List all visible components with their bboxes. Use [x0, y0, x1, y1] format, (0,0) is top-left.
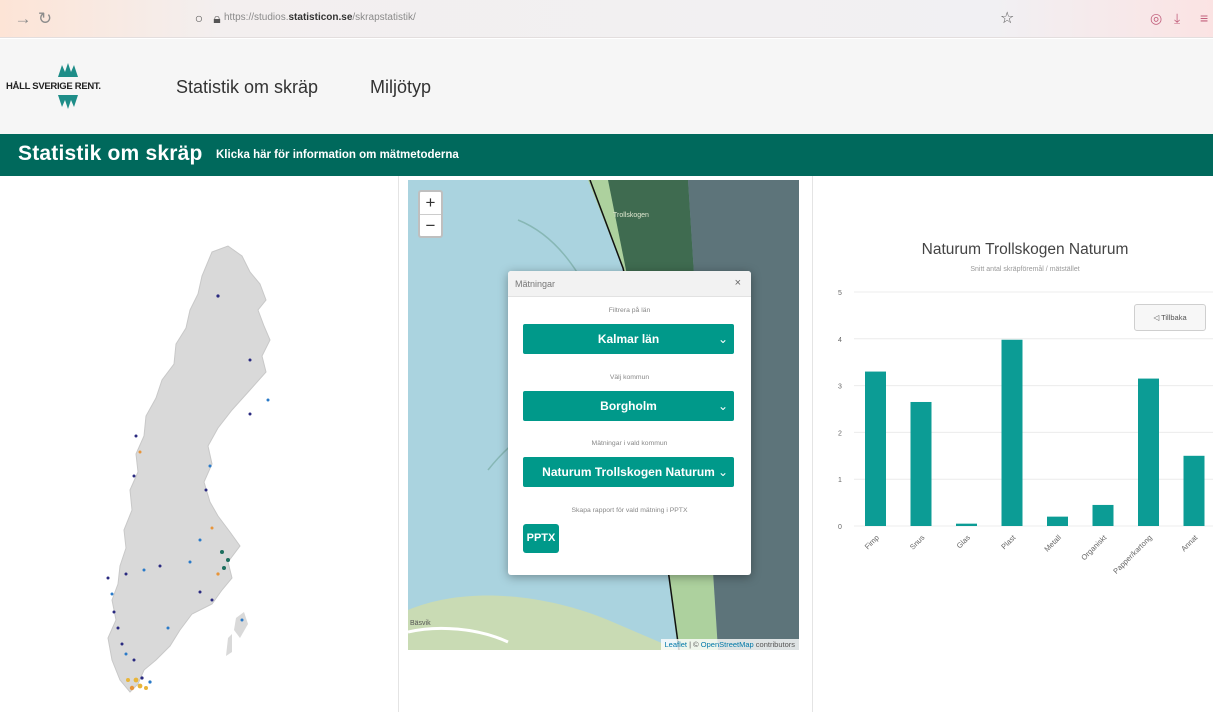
download-icon[interactable]: ⤓: [1174, 10, 1180, 26]
chevron-down-icon: ⌄: [717, 332, 728, 346]
browser-toolbar: → ↻ ○ 🔒︎ https://studios.statisticon.se/…: [0, 0, 1213, 38]
zoom-out-button[interactable]: −: [420, 214, 441, 236]
bar-organiskt[interactable]: [1092, 504, 1114, 526]
kommun-select[interactable]: Borgholm ⌄: [523, 391, 734, 421]
bar-annat[interactable]: [1183, 455, 1205, 526]
map-corner-label: Bäsvik: [410, 620, 431, 627]
bar-plast[interactable]: [1001, 339, 1023, 526]
nav-statistik[interactable]: Statistik om skräp: [176, 77, 318, 98]
x-tick-label: Fimp: [863, 533, 881, 551]
lan-label: Filtrera på län: [608, 307, 651, 314]
close-icon[interactable]: ×: [735, 277, 741, 289]
x-tick-label: Glas: [955, 533, 972, 550]
y-tick-label: 4: [838, 337, 842, 344]
chevron-down-icon: ⌄: [717, 399, 728, 413]
kommun-label: Välj kommun: [609, 374, 650, 381]
menu-icon[interactable]: ≡: [1200, 10, 1208, 26]
shield-icon: ○: [194, 10, 204, 26]
address-bar[interactable]: ○ 🔒︎ https://studios.statisticon.se/skra…: [180, 5, 1030, 33]
page-banner: Statistik om skräp Klicka här för inform…: [0, 134, 1213, 176]
forward-icon[interactable]: →: [12, 8, 34, 30]
reload-icon[interactable]: ↻: [34, 8, 56, 30]
chevron-down-icon: ⌄: [717, 465, 728, 479]
x-tick-label: Annat: [1179, 532, 1200, 553]
bar-snus[interactable]: [910, 401, 932, 526]
matning-select[interactable]: Naturum Trollskogen Naturum ⌄: [523, 457, 734, 487]
pptx-button[interactable]: PPTX: [523, 524, 559, 553]
nav-miljotyp[interactable]: Miljötyp: [370, 77, 431, 98]
zoom-control: + −: [418, 190, 443, 238]
page-title: Statistik om skräp: [18, 142, 203, 165]
matning-label: Mätningar i vald kommun: [591, 440, 668, 447]
bar-metall[interactable]: [1047, 516, 1068, 526]
logo-text: HÅLL SVERIGE RENT.: [6, 81, 101, 92]
bookmark-star-icon[interactable]: ☆: [1000, 8, 1014, 28]
map-place-label: Trollskogen: [613, 212, 649, 219]
x-tick-label: Snus: [908, 533, 927, 552]
dialog-title: Mätningar: [515, 279, 556, 289]
lan-select[interactable]: Kalmar län ⌄: [523, 324, 734, 354]
y-tick-label: 0: [838, 524, 842, 531]
leaflet-link[interactable]: Leaflet: [665, 640, 688, 649]
url-text: https://studios.statisticon.se/skrapstat…: [224, 12, 416, 23]
x-tick-label: Plast: [999, 532, 1018, 551]
measurement-dialog: Mätningar × Filtrera på län Kalmar län ⌄ …: [508, 271, 751, 575]
dialog-header: Mätningar ×: [508, 271, 751, 297]
bar-fimp[interactable]: [865, 371, 886, 526]
zoom-in-button[interactable]: +: [420, 192, 441, 214]
y-tick-label: 2: [838, 430, 842, 437]
x-tick-label: Papper/kartong: [1111, 533, 1154, 576]
map-attribution: Leaflet | © OpenStreetMap contributors: [660, 639, 799, 650]
report-label: Skapa rapport för vald mätning i PPTX: [571, 507, 688, 514]
site-header: HÅLL SVERIGE RENT. Statistik om skräp Mi…: [0, 39, 1213, 134]
sweden-map[interactable]: [100, 240, 280, 700]
hall-sverige-rent-logo[interactable]: HÅLL SVERIGE RENT.: [6, 53, 136, 121]
panel-divider: [812, 176, 813, 712]
bar-papper-kartong[interactable]: [1138, 378, 1159, 526]
osm-link[interactable]: OpenStreetMap: [701, 640, 754, 649]
x-tick-label: Organiskt: [1079, 532, 1109, 562]
chart-subtitle: Snitt antal skräpföremål / mätstället: [970, 266, 1080, 273]
methods-info-link[interactable]: Klicka här för information om mätmetoder…: [216, 149, 459, 161]
x-tick-label: Metall: [1042, 533, 1063, 554]
y-tick-label: 3: [838, 384, 842, 391]
chart-title: Naturum Trollskogen Naturum: [921, 241, 1129, 258]
pocket-icon[interactable]: ◎: [1150, 10, 1162, 26]
bar-chart: 0 1 2 3 4 5 Fimp Snus Glas Plast Metall Organiskt Pa…: [838, 290, 1213, 576]
y-tick-label: 1: [838, 477, 842, 484]
bar-glas[interactable]: [956, 523, 977, 526]
panel-divider: [398, 176, 399, 712]
y-tick-label: 5: [838, 290, 842, 297]
